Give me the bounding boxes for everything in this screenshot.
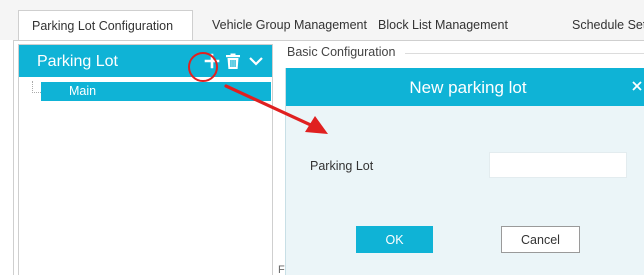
parking-lot-field-label: Parking Lot [310,159,374,173]
close-icon[interactable] [630,76,644,96]
tab-vehicle-group-management[interactable]: Vehicle Group Management [212,10,367,40]
partial-field-label: F [278,264,285,276]
section-divider [405,53,644,54]
tab-parking-lot-configuration[interactable]: Parking Lot Configuration [18,10,193,40]
dialog-title: New parking lot [409,78,527,97]
new-parking-lot-dialog: New parking lot Parking Lot OK Cancel [286,68,644,275]
parking-lot-panel: Parking Lot Main [18,44,273,275]
tab-block-list-management[interactable]: Block List Management [378,10,508,40]
parking-lot-panel-header: Parking Lot [19,45,272,77]
plus-icon[interactable] [202,51,222,71]
parking-lot-name-input[interactable] [489,152,627,178]
trash-icon[interactable] [223,51,243,71]
cancel-button[interactable]: Cancel [501,226,580,253]
chevron-down-icon[interactable] [246,51,266,71]
tree-connector [32,81,41,93]
basic-configuration-label: Basic Configuration [287,45,396,59]
tab-schedule-settings[interactable]: Schedule Settings [572,10,644,40]
tab-bar: Parking Lot Configuration Vehicle Group … [0,0,644,40]
ok-button[interactable]: OK [356,226,433,253]
dialog-header: New parking lot [286,68,644,106]
tree-item-main[interactable]: Main [41,82,271,101]
parking-lot-panel-title: Parking Lot [37,53,118,70]
